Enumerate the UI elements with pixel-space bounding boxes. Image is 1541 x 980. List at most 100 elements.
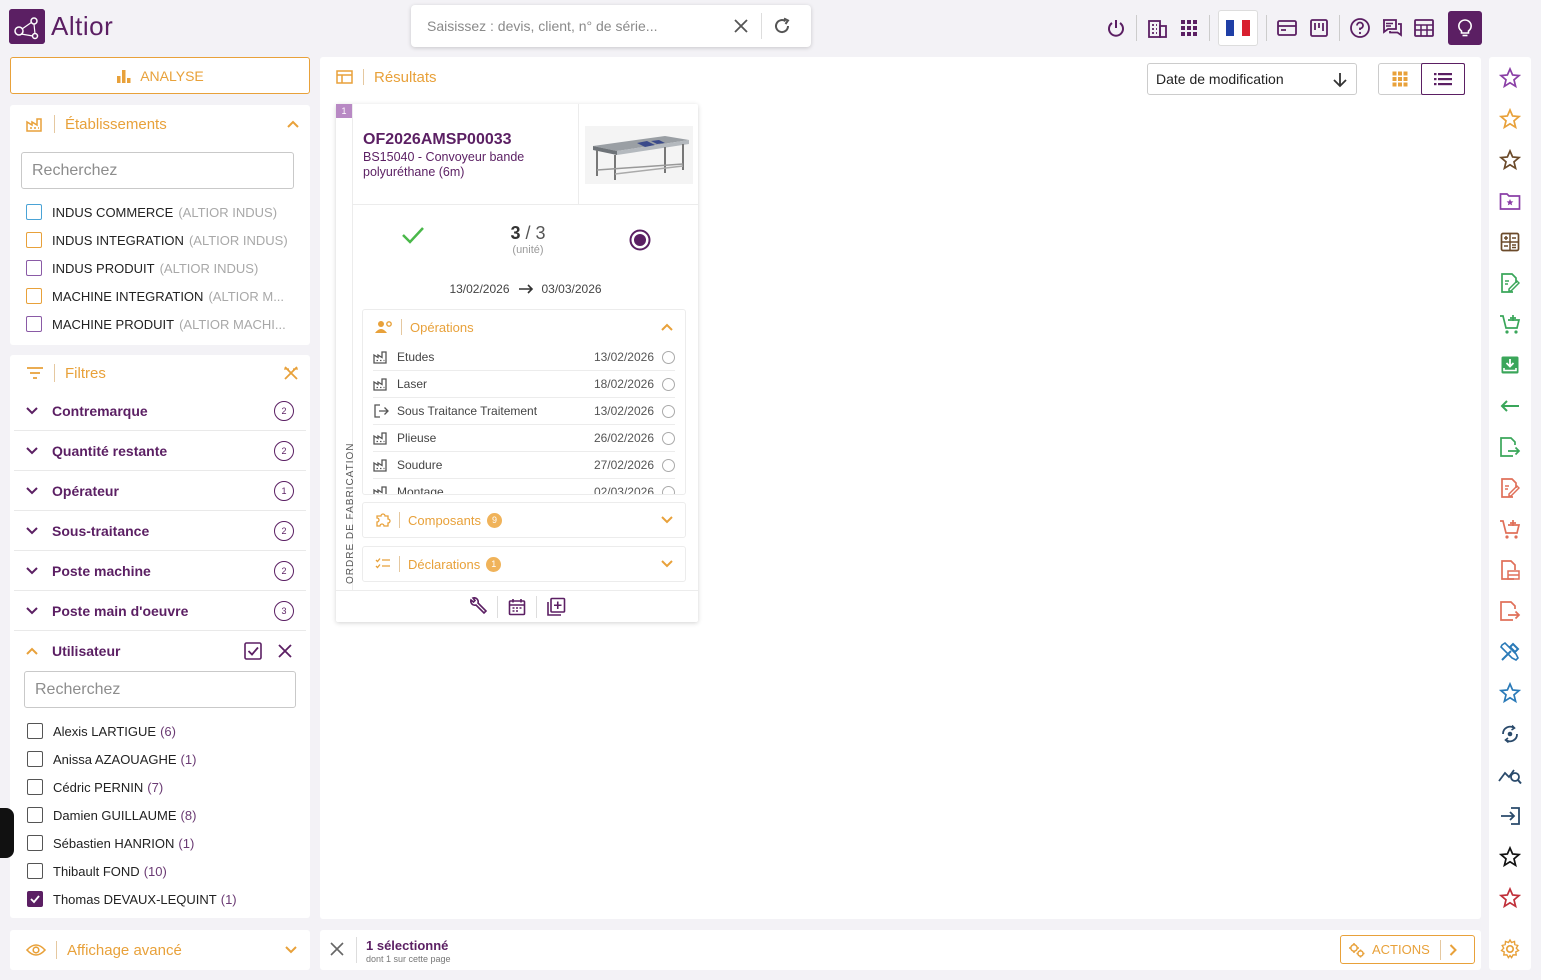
etablissement-item[interactable]: INDUS COMMERCE (ALTIOR INDUS) (26, 198, 301, 226)
tool-button[interactable] (459, 594, 497, 620)
etablissements-header[interactable]: Établissements (10, 105, 310, 143)
operation-row[interactable]: Montage 02/03/2026 (373, 479, 675, 494)
etablissement-item[interactable]: MACHINE INTEGRATION (ALTIOR M... (26, 282, 301, 310)
affichage-avance-panel[interactable]: Affichage avancé (10, 930, 310, 970)
user-item[interactable]: Anissa AZAOUAGHE (1) (27, 745, 297, 773)
side-drawer-handle[interactable] (0, 808, 14, 858)
rail-tools[interactable] (1489, 631, 1531, 672)
filter-contremarque[interactable]: Contremarque 2 (14, 391, 306, 431)
checkbox[interactable] (27, 835, 43, 851)
sort-select[interactable]: Date de modification (1147, 63, 1357, 95)
checkbox[interactable] (27, 751, 43, 767)
checkbox[interactable] (27, 779, 43, 795)
declarations-header[interactable]: Déclarations 1 (363, 547, 685, 581)
card-reference[interactable]: OF2026AMSP00033 (363, 131, 512, 149)
chevron-up-icon[interactable] (661, 323, 673, 331)
building-button[interactable] (1141, 10, 1173, 46)
rail-favorite-black[interactable] (1489, 836, 1531, 877)
rail-inbox-download[interactable] (1489, 344, 1531, 385)
declarations-accordion[interactable]: Déclarations 1 (362, 546, 686, 582)
rail-cart-add[interactable] (1489, 303, 1531, 344)
add-button[interactable] (537, 594, 575, 620)
rail-rotate-process[interactable] (1489, 713, 1531, 754)
clear-search-button[interactable] (721, 5, 761, 47)
clear-filters-icon[interactable] (282, 364, 300, 382)
actions-button[interactable]: ACTIONS (1340, 935, 1475, 964)
app-logo[interactable]: Altior (9, 9, 113, 44)
global-search-input[interactable] (411, 6, 721, 46)
user-item[interactable]: Thibault FOND (10) (27, 857, 297, 885)
filter-operateur[interactable]: Opérateur 1 (14, 471, 306, 511)
filter-poste-main-oeuvre[interactable]: Poste main d'oeuvre 3 (14, 591, 306, 631)
rail-document-transfer[interactable] (1489, 426, 1531, 467)
checkbox[interactable] (26, 288, 42, 304)
rail-folder-star[interactable] (1489, 180, 1531, 221)
rail-document-edit[interactable] (1489, 262, 1531, 303)
composants-accordion[interactable]: Composants 9 (362, 502, 686, 538)
operation-radio[interactable] (662, 485, 675, 494)
rail-favorite-1[interactable] (1489, 57, 1531, 98)
checkbox-checked[interactable] (27, 891, 43, 907)
close-icon[interactable] (328, 940, 346, 958)
rail-document-transfer-red[interactable] (1489, 590, 1531, 631)
rail-login[interactable] (1489, 795, 1531, 836)
status-radio-icon[interactable] (629, 229, 651, 251)
window-button[interactable] (1271, 10, 1303, 46)
ordre-fabrication-card[interactable]: 1 ORDRE DE FABRICATION OF2026AMSP00033 B… (336, 104, 698, 622)
filter-utilisateur[interactable]: Utilisateur (14, 631, 306, 671)
utilisateur-search-input[interactable] (24, 671, 296, 708)
calendar-button[interactable] (498, 594, 536, 620)
operation-row[interactable]: Laser 18/02/2026 (373, 371, 675, 398)
operation-radio[interactable] (662, 431, 675, 445)
user-item[interactable]: Sébastien HANRION (1) (27, 829, 297, 857)
checkbox[interactable] (26, 316, 42, 332)
user-item[interactable]: Damien GUILLAUME (8) (27, 801, 297, 829)
rail-return[interactable] (1489, 385, 1531, 426)
rail-calculator[interactable] (1489, 221, 1531, 262)
checkbox[interactable] (26, 232, 42, 248)
rail-document-edit-red[interactable] (1489, 467, 1531, 508)
apps-grid-button[interactable] (1173, 10, 1205, 46)
filter-quantite-restante[interactable]: Quantité restante 2 (14, 431, 306, 471)
operations-header[interactable]: Opérations (363, 310, 685, 344)
analyse-button[interactable]: ANALYSE (10, 57, 310, 94)
chat-button[interactable] (1376, 10, 1408, 46)
rail-favorite-3[interactable] (1489, 139, 1531, 180)
product-image[interactable] (578, 104, 698, 205)
filter-sous-traitance[interactable]: Sous-traitance 2 (14, 511, 306, 551)
tips-button[interactable] (1448, 11, 1482, 45)
rail-cart-red[interactable] (1489, 508, 1531, 549)
rail-chart-search[interactable] (1489, 754, 1531, 795)
rail-favorite-red[interactable] (1489, 877, 1531, 918)
user-item[interactable]: Thomas DEVAUX-LEQUINT (1) (27, 885, 297, 913)
close-icon[interactable] (278, 644, 292, 658)
grid-view-button[interactable] (1379, 64, 1422, 94)
rail-settings[interactable] (1489, 928, 1531, 969)
user-item[interactable]: Cédric PERNIN (7) (27, 773, 297, 801)
etablissements-search-input[interactable] (21, 152, 294, 189)
checkbox[interactable] (26, 204, 42, 220)
calendar-table-button[interactable] (1408, 10, 1440, 46)
operation-row[interactable]: Sous Traitance Traitement 13/02/2026 (373, 398, 675, 425)
check-all-icon[interactable] (244, 642, 262, 660)
operation-row[interactable]: Plieuse 26/02/2026 (373, 425, 675, 452)
help-button[interactable] (1344, 10, 1376, 46)
checkbox[interactable] (27, 863, 43, 879)
operation-radio[interactable] (662, 404, 675, 418)
operation-radio[interactable] (662, 350, 675, 364)
composants-header[interactable]: Composants 9 (363, 503, 685, 537)
chevron-up-icon[interactable] (286, 119, 300, 129)
checkbox[interactable] (26, 260, 42, 276)
etablissement-item[interactable]: INDUS INTEGRATION (ALTIOR INDUS) (26, 226, 301, 254)
operation-radio[interactable] (662, 377, 675, 391)
etablissement-item[interactable]: MACHINE PRODUIT (ALTIOR MACHI... (26, 310, 301, 338)
refresh-button[interactable] (762, 5, 802, 47)
list-view-button[interactable] (1420, 63, 1465, 95)
kanban-button[interactable] (1303, 10, 1335, 46)
rail-favorite-2[interactable] (1489, 98, 1531, 139)
operation-row[interactable]: Soudure 27/02/2026 (373, 452, 675, 479)
operation-radio[interactable] (662, 458, 675, 472)
filter-poste-machine[interactable]: Poste machine 2 (14, 551, 306, 591)
operation-row[interactable]: Etudes 13/02/2026 (373, 344, 675, 371)
rail-document-stack[interactable] (1489, 549, 1531, 590)
